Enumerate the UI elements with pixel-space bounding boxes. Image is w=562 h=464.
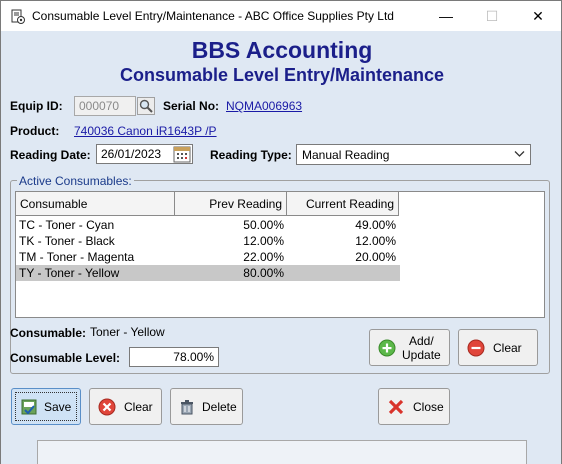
product-label: Product: — [10, 124, 60, 138]
cell-consumable: TK - Toner - Black — [19, 234, 115, 248]
close-label: Close — [413, 399, 444, 414]
cell-prev-reading: 80.00% — [243, 266, 284, 280]
close-window-button[interactable]: ✕ — [515, 1, 561, 31]
reading-type-select[interactable]: Manual Reading — [296, 144, 531, 165]
add-update-label-line2: Update — [402, 347, 441, 362]
app-heading: BBS Accounting — [191, 37, 373, 63]
reading-type-value: Manual Reading — [302, 148, 390, 162]
delete-label: Delete — [202, 399, 237, 414]
reading-type-label: Reading Type: — [210, 148, 292, 162]
search-icon[interactable] — [137, 97, 155, 115]
cell-consumable: TY - Toner - Yellow — [19, 266, 120, 280]
document-gear-icon — [11, 9, 25, 24]
table-row-selected[interactable]: TY - Toner - Yellow 80.00% — [16, 265, 400, 281]
consumable-level-field[interactable]: 78.00% — [129, 347, 219, 367]
add-update-button[interactable]: Add/ Update — [369, 329, 450, 366]
save-button[interactable]: Save — [11, 388, 81, 425]
cell-prev-reading: 50.00% — [243, 218, 284, 232]
cell-consumable: TC - Toner - Cyan — [19, 218, 115, 232]
clear-label: Clear — [124, 399, 153, 414]
active-consumables-title: Active Consumables: — [17, 174, 134, 188]
form-heading: Consumable Level Entry/Maintenance — [119, 65, 445, 85]
column-prev-reading[interactable]: Prev Reading — [175, 192, 287, 216]
cell-prev-reading: 22.00% — [243, 250, 284, 264]
cell-current-reading: 12.00% — [355, 234, 396, 248]
status-bar — [1, 434, 561, 464]
chevron-down-icon — [514, 151, 525, 157]
focus-rect — [15, 392, 77, 421]
consumables-grid[interactable]: Consumable Prev Reading Current Reading … — [15, 191, 545, 318]
close-button[interactable]: Close — [378, 388, 450, 425]
clear-consumable-label: Clear — [493, 340, 522, 355]
consumable-label: Consumable: — [10, 326, 87, 340]
close-x-icon — [388, 399, 404, 414]
maximize-button[interactable]: ☐ — [469, 1, 515, 31]
column-consumable[interactable]: Consumable — [16, 192, 175, 216]
status-panel — [37, 440, 527, 464]
cell-current-reading: 49.00% — [355, 218, 396, 232]
x-circle-icon — [98, 398, 116, 415]
calendar-icon[interactable] — [173, 145, 191, 163]
grid-header: Consumable Prev Reading Current Reading — [16, 192, 400, 216]
window-title: Consumable Level Entry/Maintenance - ABC… — [32, 9, 394, 23]
app-window: Consumable Level Entry/Maintenance - ABC… — [0, 0, 562, 464]
cell-current-reading: 20.00% — [355, 250, 396, 264]
add-update-label-line1: Add/ — [409, 333, 434, 348]
clear-button[interactable]: Clear — [89, 388, 162, 425]
cell-consumable: TM - Toner - Magenta — [19, 250, 135, 264]
delete-icon — [181, 399, 193, 414]
minus-circle-icon — [467, 339, 485, 356]
reading-date-label: Reading Date: — [10, 148, 91, 162]
cell-prev-reading: 12.00% — [243, 234, 284, 248]
plus-circle-icon — [378, 339, 396, 356]
clear-consumable-button[interactable]: Clear — [458, 329, 538, 366]
consumable-value: Toner - Yellow — [90, 325, 165, 339]
cell-current-reading — [287, 265, 399, 281]
minimize-button[interactable]: — — [423, 1, 469, 31]
table-row[interactable]: TM - Toner - Magenta 22.00% 20.00% — [16, 249, 400, 265]
equip-id-field[interactable]: 000070 — [74, 96, 136, 116]
table-row[interactable]: TK - Toner - Black 12.00% 12.00% — [16, 233, 400, 249]
product-link[interactable]: 740036 Canon iR1643P /P — [74, 124, 217, 138]
serial-no-link[interactable]: NQMA006963 — [226, 99, 302, 113]
column-current-reading[interactable]: Current Reading — [287, 192, 399, 216]
equip-id-label: Equip ID: — [10, 99, 63, 113]
table-row[interactable]: TC - Toner - Cyan 50.00% 49.00% — [16, 217, 400, 233]
consumable-level-label: Consumable Level: — [10, 351, 121, 365]
delete-button[interactable]: Delete — [170, 388, 243, 425]
title-bar: Consumable Level Entry/Maintenance - ABC… — [1, 1, 561, 31]
serial-no-label: Serial No: — [163, 99, 220, 113]
